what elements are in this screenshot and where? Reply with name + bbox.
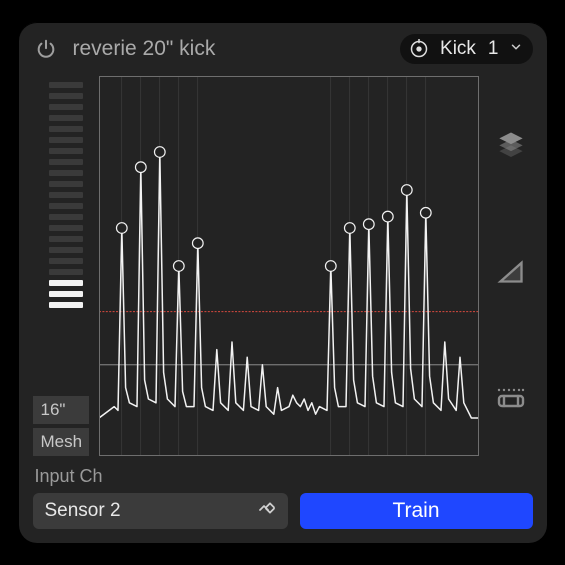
meter-segment bbox=[49, 82, 83, 88]
drum-number: 1 bbox=[488, 38, 499, 60]
size-tag[interactable]: 16" bbox=[33, 396, 89, 424]
power-button[interactable] bbox=[33, 36, 59, 62]
meter-segment bbox=[49, 148, 83, 154]
segment-icon bbox=[496, 386, 526, 412]
chevron-down-icon bbox=[509, 40, 523, 59]
meter-segment bbox=[49, 280, 83, 286]
footer: Input Ch Sensor 2 Train bbox=[33, 466, 533, 529]
ramp-icon bbox=[497, 257, 525, 285]
meter-segment bbox=[49, 214, 83, 220]
power-icon bbox=[35, 38, 57, 60]
meter-segment bbox=[49, 93, 83, 99]
sensor-chart bbox=[99, 76, 479, 456]
chart-frame bbox=[99, 76, 479, 456]
train-button-label: Train bbox=[392, 499, 439, 523]
meter-segment bbox=[49, 203, 83, 209]
input-channel-select[interactable]: Sensor 2 bbox=[33, 493, 288, 529]
meter-segment bbox=[49, 302, 83, 308]
meter-segment bbox=[49, 291, 83, 297]
meter-segment bbox=[49, 115, 83, 121]
preset-title: reverie 20" kick bbox=[73, 37, 216, 61]
material-tag[interactable]: Mesh bbox=[33, 428, 89, 456]
meter-segment bbox=[49, 192, 83, 198]
right-toolbar bbox=[489, 76, 533, 456]
input-channel-value: Sensor 2 bbox=[45, 500, 121, 522]
layers-icon bbox=[497, 129, 525, 157]
drum-trigger-panel: reverie 20" kick Kick 1 16" Mesh bbox=[19, 22, 547, 543]
meter-segment bbox=[49, 104, 83, 110]
left-column: 16" Mesh bbox=[33, 76, 89, 456]
drum-type-select[interactable]: Kick 1 bbox=[400, 34, 532, 64]
body: 16" Mesh bbox=[33, 76, 533, 456]
meter-segment bbox=[49, 225, 83, 231]
select-chevron-icon bbox=[256, 500, 277, 522]
meter-segment bbox=[49, 269, 83, 275]
meter-segment bbox=[49, 170, 83, 176]
meter-segment bbox=[49, 137, 83, 143]
meter-segment bbox=[49, 258, 83, 264]
input-channel-label: Input Ch bbox=[33, 466, 533, 487]
meter-segment bbox=[49, 247, 83, 253]
level-meter bbox=[33, 76, 89, 392]
ramp-button[interactable] bbox=[495, 255, 527, 287]
segment-button[interactable] bbox=[495, 383, 527, 415]
meter-segment bbox=[49, 126, 83, 132]
drum-type-label: Kick bbox=[440, 38, 476, 60]
meter-segment bbox=[49, 181, 83, 187]
meter-segment bbox=[49, 159, 83, 165]
train-button[interactable]: Train bbox=[300, 493, 533, 529]
drum-icon bbox=[408, 38, 430, 60]
layers-button[interactable] bbox=[495, 127, 527, 159]
meter-segment bbox=[49, 236, 83, 242]
header: reverie 20" kick Kick 1 bbox=[33, 34, 533, 64]
